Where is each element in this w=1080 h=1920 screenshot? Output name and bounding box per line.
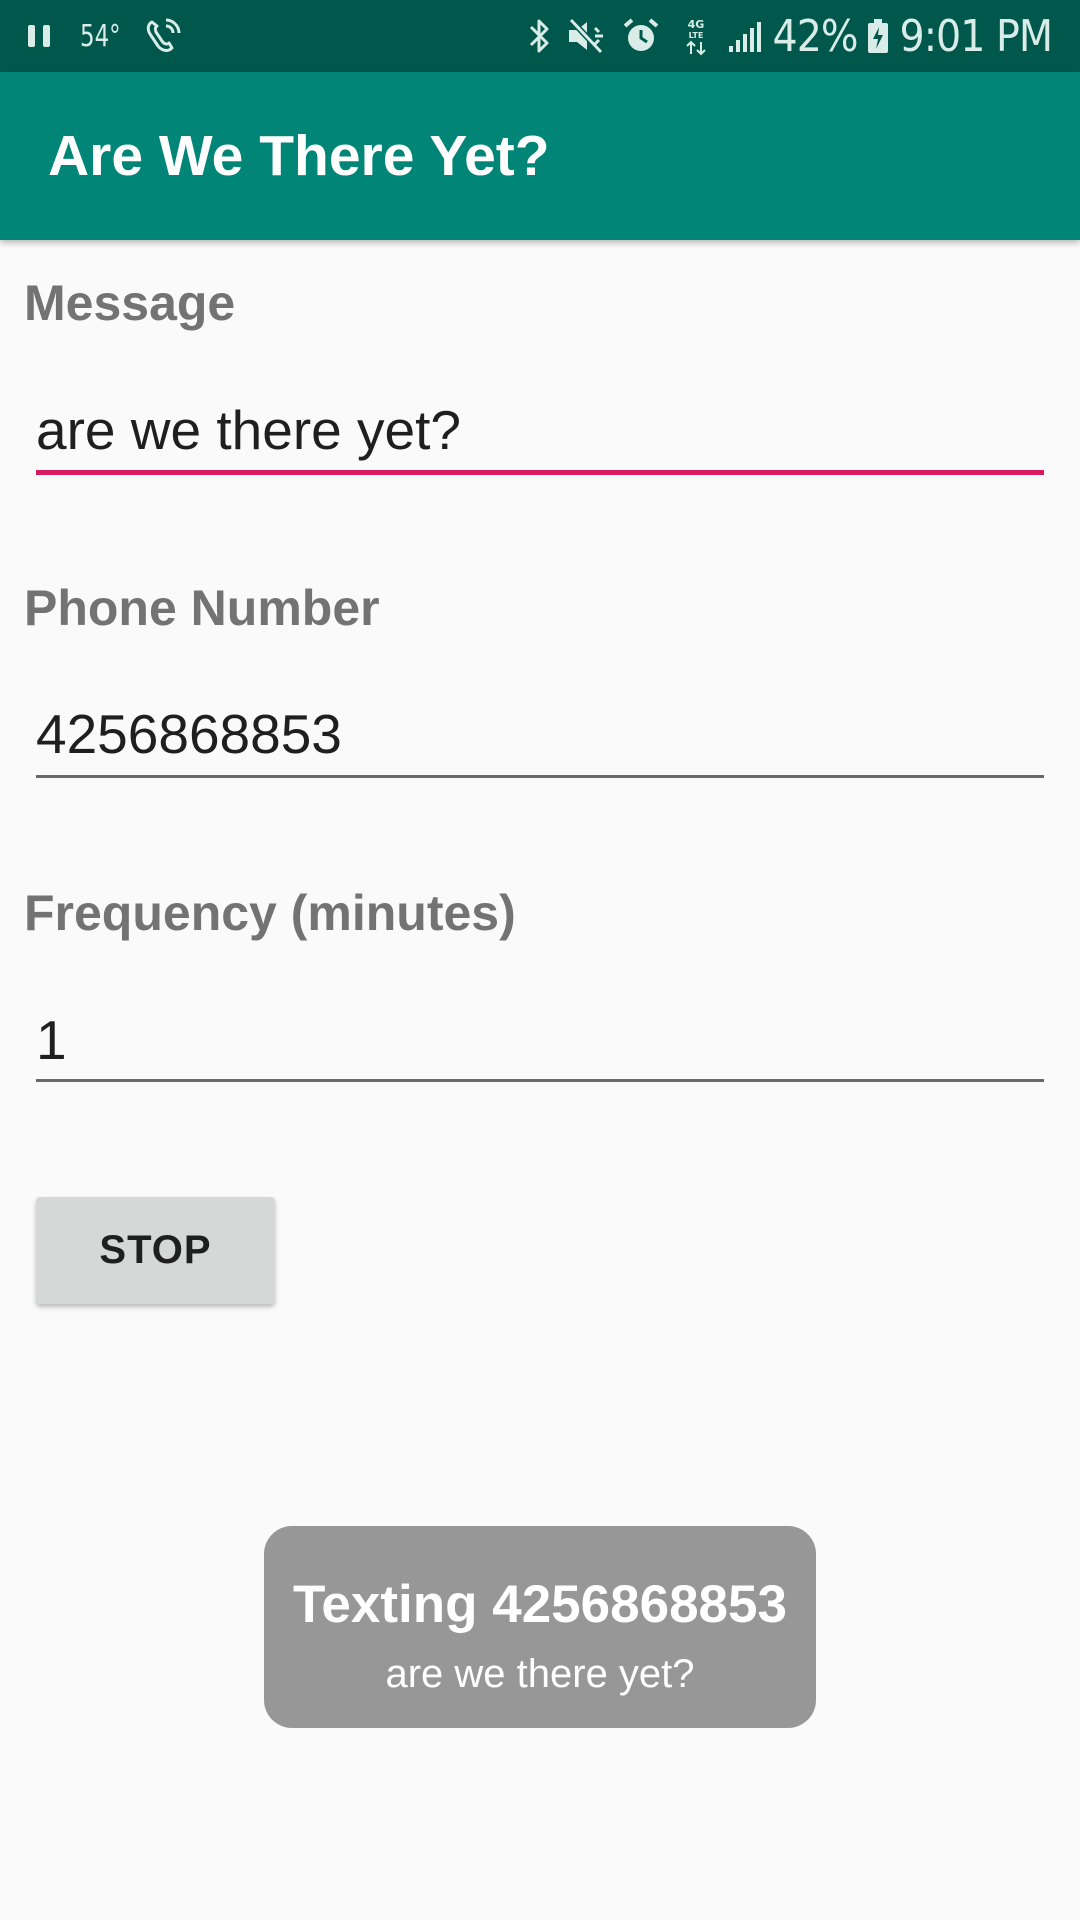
signal-icon (727, 0, 763, 72)
wifi-calling-icon (142, 0, 182, 72)
clock: 9:01 PM (899, 10, 1053, 62)
stop-button[interactable]: STOP (36, 1197, 275, 1304)
pause-icon (28, 0, 50, 72)
frequency-label: Frequency (minutes) (24, 885, 516, 941)
battery-charging-icon (866, 0, 890, 72)
4g-lte-icon: 4G LTE (683, 0, 709, 72)
phone-number-label: Phone Number (24, 580, 380, 636)
app-bar: Are We There Yet? (0, 72, 1080, 240)
message-input-underline (36, 470, 1044, 475)
toast-message: are we there yet? (385, 1652, 695, 1696)
status-bar: 54° 4G LTE 42% 9:01 PM (0, 0, 1080, 72)
message-input[interactable] (36, 388, 1043, 472)
temperature-text: 54° (80, 18, 121, 54)
bluetooth-icon (527, 0, 553, 72)
frequency-input-underline (36, 1079, 1044, 1082)
phone-number-input[interactable] (36, 692, 1043, 776)
app-screen: 54° 4G LTE 42% 9:01 PM Are We There Yet?… (0, 0, 1080, 1920)
status-bar-right: 4G LTE 42% 9:01 PM (515, 0, 1053, 72)
battery-percent: 42% (772, 10, 859, 62)
frequency-input[interactable] (36, 998, 1043, 1082)
toast-notification: Texting 4256868853 are we there yet? (264, 1526, 816, 1728)
alarm-icon (621, 0, 661, 72)
toast-title: Texting 4256868853 (292, 1575, 787, 1634)
app-title: Are We There Yet? (48, 124, 550, 188)
status-bar-left: 54° (28, 0, 182, 72)
phone-number-input-underline (36, 775, 1044, 778)
svg-text:LTE: LTE (688, 31, 703, 40)
svg-text:4G: 4G (687, 18, 704, 31)
message-label: Message (24, 275, 236, 331)
mute-icon (565, 0, 609, 72)
